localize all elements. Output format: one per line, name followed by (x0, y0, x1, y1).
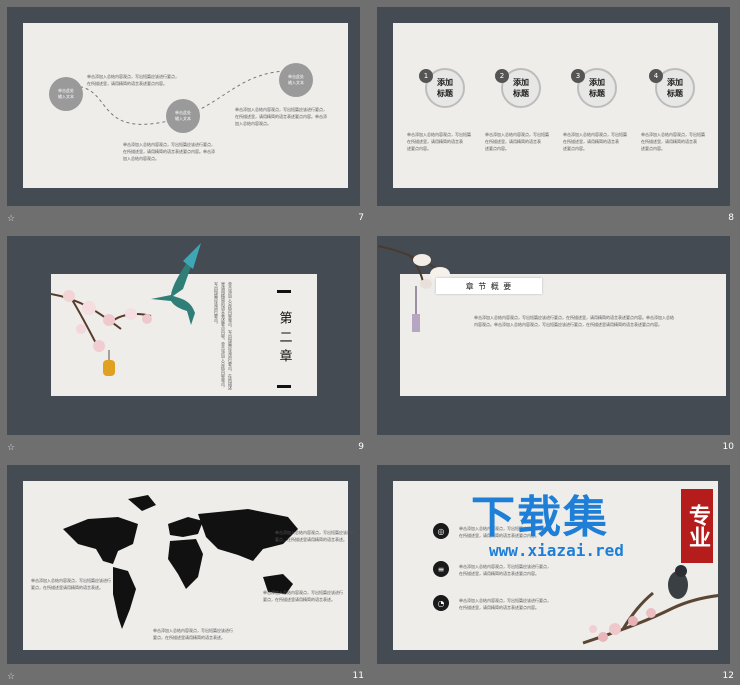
slide-10-number: 10 (722, 442, 734, 452)
map-note-2: 单击添加入总结内容观点，写出短篇应该进行 要点，在所描述里请用精简的语言表述。 (31, 578, 111, 590)
chapter-title-box: 第二章 (276, 290, 292, 388)
slide-8-number: 8 (728, 213, 734, 223)
slide-9-star-icon[interactable]: ☆ (7, 443, 15, 453)
slide-7-thumbnail[interactable]: 单击此处 输入文本 单击此处 输入文本 单击此处 输入文本 单击添加入总结内容观… (7, 7, 360, 206)
slide-8-canvas: 添加 标题 1 添加 标题 2 添加 标题 3 添加 标题 4 单击添加入总结内… (393, 23, 718, 188)
slide-10-slot[interactable]: 章 节 概 要 单击添加入总结内容观点，写出短篇应该进行要点，在所描述里，请用精… (370, 229, 740, 456)
feature-text-3: 单击添加入总结内容观点，写出短篇应该进行要点， 在所描述里，请用精简的语言表述要… (459, 598, 551, 610)
world-map-image (63, 495, 298, 629)
step-2-text: 单击添加入总结内容观点，写出短篇 在所描述里，请用精简的语言表 述要点内容。 (485, 132, 549, 151)
slide-10-canvas: 章 节 概 要 单击添加入总结内容观点，写出短篇应该进行要点，在所描述里，请用精… (378, 245, 726, 396)
watermark-big-text: 下载集 (471, 492, 609, 543)
watermark-url: www.xiazai.red (489, 541, 624, 560)
slide-9-number: 9 (358, 442, 364, 452)
timeline-circle-1: 单击此处 输入文本 (49, 77, 83, 111)
slide-11-thumbnail[interactable]: 单击添加入总结内容观点，写出短篇应该进行 要点，在所描述里请用精简的语言表述。 … (7, 465, 360, 664)
timeline-circle-2: 单击此处 输入文本 (166, 99, 200, 133)
timeline-text-top: 单击添加入总结内容观点，写出短篇应该进行要点， 在所描述里，请用精简的语言表述要… (87, 74, 179, 86)
step-2-badge: 2 (495, 69, 509, 83)
chapter-intro-text: 单击添加入总结内容观点，写出短篇应该进行要点，在所描述里请用精简的语言表述要点内… (214, 282, 233, 390)
watermark-seal-text: 专业 (685, 504, 710, 548)
watermark-seal: 专业 (681, 489, 713, 563)
slide-12-number: 12 (722, 671, 734, 681)
step-3-badge: 3 (571, 69, 585, 83)
timeline-text-bottom: 单击添加入总结内容观点，写出短篇应该进行要点， 在所描述里，请用精简的语言表述要… (123, 142, 215, 161)
slide-7-number: 7 (358, 213, 364, 223)
feature-text-2: 单击添加入总结内容观点，写出短篇应该进行要点， 在所描述里，请用精简的语言表述要… (459, 564, 551, 576)
step-4-badge: 4 (649, 69, 663, 83)
slide-12-thumbnail[interactable]: ◎ 单击添加入总结内容观点，写出短篇应该进行要点， 在所描述里，请用精简的语言表… (377, 465, 730, 664)
slide-7-canvas: 单击此处 输入文本 单击此处 输入文本 单击此处 输入文本 单击添加入总结内容观… (23, 23, 348, 188)
step-4-text: 单击添加入总结内容观点，写出短篇 在所描述里，请用精简的语言表 述要点内容。 (641, 132, 705, 151)
slide-12-slot[interactable]: ◎ 单击添加入总结内容观点，写出短篇应该进行要点， 在所描述里，请用精简的语言表… (370, 458, 740, 685)
slide-11-number: 11 (352, 671, 364, 681)
slide-7-slot[interactable]: 单击此处 输入文本 单击此处 输入文本 单击此处 输入文本 单击添加入总结内容观… (0, 0, 370, 227)
hummingbird-image (151, 243, 201, 325)
map-note-1: 单击添加入总结内容观点，写出短篇应该进行 要点，在所描述里请用精简的语言表述。 (275, 530, 355, 542)
map-note-4: 单击添加入总结内容观点，写出短篇应该进行 要点，在所描述里请用精简的语言表述。 (153, 628, 233, 640)
timeline-circle-3: 单击此处 输入文本 (279, 63, 313, 97)
slide-10-thumbnail[interactable]: 章 节 概 要 单击添加入总结内容观点，写出短篇应该进行要点，在所描述里，请用精… (377, 236, 730, 435)
slide-12-canvas: ◎ 单击添加入总结内容观点，写出短篇应该进行要点， 在所描述里，请用精简的语言表… (393, 481, 718, 650)
slide-8-slot[interactable]: 添加 标题 1 添加 标题 2 添加 标题 3 添加 标题 4 单击添加入总结内… (370, 0, 740, 227)
chart-icon: ◔ (433, 595, 449, 611)
step-3-text: 单击添加入总结内容观点，写出短篇 在所描述里，请用精简的语言表 述要点内容。 (563, 132, 627, 151)
slide-9-canvas: 单击添加入总结内容观点，写出短篇应该进行要点，在所描述里请用精简的语言表述要点内… (51, 243, 317, 396)
map-note-3: 单击添加入总结内容观点，写出短篇应该进行 要点，在所描述里请用精简的语言表述。 (263, 590, 343, 602)
slide-7-star-icon[interactable]: ☆ (7, 214, 15, 224)
slide-9-thumbnail[interactable]: 单击添加入总结内容观点，写出短篇应该进行要点，在所描述里请用精简的语言表述要点内… (7, 236, 360, 435)
camera-icon: ◎ (433, 523, 449, 539)
timeline-text-right: 单击添加入总结内容观点，写出短篇应该进行要点， 在所描述里，请用精简的语言表述要… (235, 107, 327, 126)
chapter-title: 第二章 (276, 310, 292, 368)
slide-8-thumbnail[interactable]: 添加 标题 1 添加 标题 2 添加 标题 3 添加 标题 4 单击添加入总结内… (377, 7, 730, 206)
document-icon: ≡ (433, 561, 449, 577)
slide-11-slot[interactable]: 单击添加入总结内容观点，写出短篇应该进行 要点，在所描述里请用精简的语言表述。 … (0, 458, 370, 685)
slide-9-slot[interactable]: 单击添加入总结内容观点，写出短篇应该进行要点，在所描述里请用精简的语言表述要点内… (0, 229, 370, 456)
section-title: 章 节 概 要 (465, 281, 513, 291)
slide-11-star-icon[interactable]: ☆ (7, 672, 15, 682)
step-1-text: 单击添加入总结内容观点，写出短篇 在所描述里，请用精简的语言表 述要点内容。 (407, 132, 471, 151)
section-summary-text: 单击添加入总结内容观点，写出短篇应该进行要点，在所描述里，请用精简的语言表述要点… (474, 315, 674, 327)
slide-11-canvas: 单击添加入总结内容观点，写出短篇应该进行 要点，在所描述里请用精简的语言表述。 … (23, 481, 355, 650)
section-title-box: 章 节 概 要 (436, 278, 542, 294)
step-1-badge: 1 (419, 69, 433, 83)
